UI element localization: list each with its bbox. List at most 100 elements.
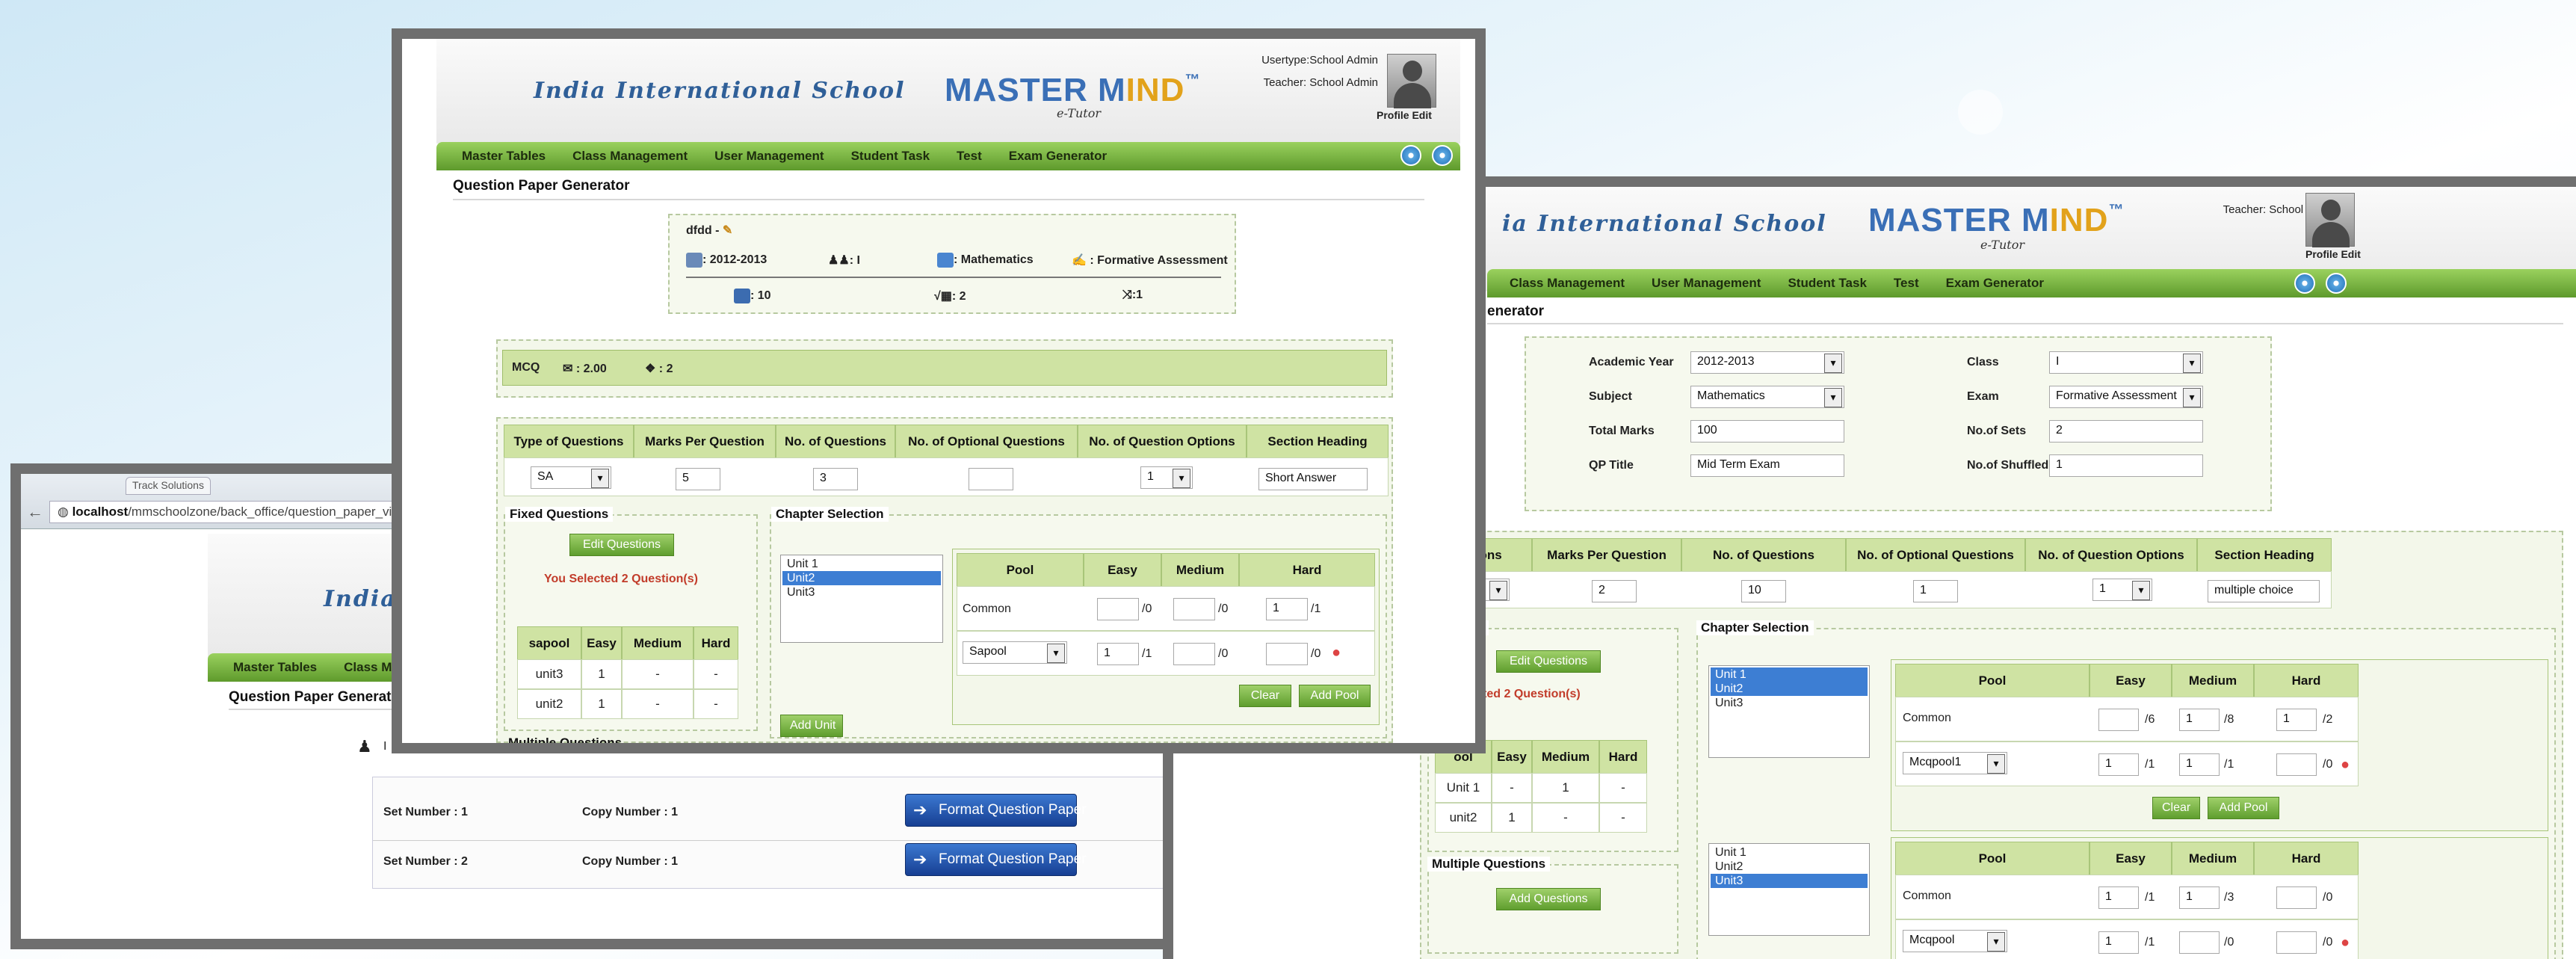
format-question-paper-button[interactable]: Format Question Paper (905, 843, 1086, 876)
total-marks-input[interactable]: 100 (1690, 420, 1844, 443)
unit-option[interactable]: Unit 1 (782, 557, 941, 571)
avatar[interactable] (2305, 193, 2355, 247)
remove-pool-icon[interactable]: ● (2341, 756, 2350, 774)
unit-listbox[interactable]: Unit 1 Unit2 Unit3 (1708, 843, 1870, 936)
count-input[interactable]: 3 (813, 468, 858, 490)
remove-pool-icon[interactable]: ● (1332, 644, 1341, 662)
pool-col: Easy (1084, 553, 1161, 588)
remove-pool-icon[interactable]: ● (2341, 934, 2350, 952)
unit-option[interactable]: Unit2 (1711, 682, 1868, 696)
nav-student-task[interactable]: Student Task (851, 149, 930, 164)
pool-select[interactable]: Sapool (963, 641, 1067, 664)
nav-test[interactable]: Test (957, 149, 982, 164)
sets-input[interactable]: 2 (2049, 420, 2203, 443)
home-icon[interactable] (1400, 145, 1421, 166)
unit-option[interactable]: Unit 1 (1711, 845, 1868, 860)
type-select[interactable]: SA (531, 466, 611, 489)
unit-listbox[interactable]: Unit 1 Unit2 Unit3 (780, 555, 943, 643)
hard-input[interactable] (2276, 931, 2317, 954)
options-select[interactable]: 1 (2092, 579, 2152, 601)
add-pool-button[interactable]: Add Pool (1299, 685, 1371, 707)
unit-option[interactable]: Unit2 (1711, 860, 1868, 874)
marks-input[interactable]: 2 (1592, 580, 1637, 602)
profile-edit-link[interactable]: Profile Edit (1377, 109, 1432, 121)
count-input[interactable]: 10 (1741, 580, 1786, 602)
easy-input[interactable]: 1 (2098, 753, 2139, 776)
nav-class-management[interactable]: Class Management (572, 149, 688, 164)
optional-input[interactable] (969, 468, 1013, 490)
qp-title-input[interactable]: Mid Term Exam (1690, 454, 1844, 477)
copy-number: Copy Number : 1 (582, 855, 679, 868)
unit-option[interactable]: Unit3 (1711, 696, 1868, 710)
nav-master-tables[interactable]: Master Tables (233, 660, 317, 675)
nav-user-management[interactable]: User Management (714, 149, 824, 164)
easy-input[interactable]: 1 (2098, 886, 2139, 909)
exam-label: Exam (1967, 390, 1999, 403)
fixed-cell: - (1599, 773, 1647, 803)
paper-name: dfdd - ✎ (686, 224, 733, 237)
medium-input[interactable]: 1 (2179, 886, 2220, 909)
easy-input[interactable] (2098, 709, 2139, 731)
easy-input[interactable] (1097, 598, 1139, 620)
clear-button[interactable]: Clear (2152, 797, 2200, 819)
page-title: enerator (1487, 303, 1545, 319)
heading-input[interactable]: Short Answer (1258, 468, 1368, 490)
marks-input[interactable]: 5 (676, 468, 720, 490)
format-question-paper-button[interactable]: Format Question Paper (905, 794, 1086, 827)
shuffled-copies-input[interactable]: 1 (2049, 454, 2203, 477)
hard-input[interactable] (2276, 753, 2317, 776)
browser-tab[interactable]: Track Solutions (126, 477, 211, 495)
add-unit-button[interactable]: Add Unit (780, 715, 843, 737)
back-arrow-icon[interactable]: ← (27, 502, 43, 522)
logout-icon[interactable] (2326, 273, 2347, 294)
logout-icon[interactable] (1432, 145, 1453, 166)
fixed-col-easy: Easy (1492, 740, 1532, 774)
clear-button[interactable]: Clear (1239, 685, 1291, 707)
add-questions-button[interactable]: Add Questions (1496, 888, 1601, 910)
pool-name: Common (963, 602, 1011, 615)
hard-input[interactable] (1266, 643, 1308, 665)
medium-input[interactable] (1173, 643, 1215, 665)
academic-year-select[interactable]: 2012-2013 (1690, 351, 1844, 374)
add-pool-button[interactable]: Add Pool (2208, 797, 2279, 819)
nav-exam-generator[interactable]: Exam Generator (1009, 149, 1107, 164)
hard-input[interactable]: 1 (1266, 598, 1308, 620)
easy-input[interactable]: 1 (2098, 931, 2139, 954)
nav-exam-generator[interactable]: Exam Generator (1946, 276, 2044, 291)
avatar[interactable] (1387, 54, 1436, 108)
medium-input[interactable]: 1 (2179, 753, 2220, 776)
subject-select[interactable]: Mathematics (1690, 386, 1844, 408)
exam-select[interactable]: Formative Assessment (2049, 386, 2203, 408)
medium-input[interactable] (1173, 598, 1215, 620)
edit-questions-button[interactable]: Edit Questions (569, 534, 674, 556)
easy-input[interactable]: 1 (1097, 643, 1139, 665)
pool-select[interactable]: Mcqpool1 (1903, 752, 2007, 774)
optional-input[interactable]: 1 (1913, 580, 1958, 602)
profile-edit-link[interactable]: Profile Edit (2305, 248, 2361, 260)
home-icon[interactable] (2294, 273, 2315, 294)
mcq-bar[interactable]: MCQ ✉ : 2.00 ❖ : 2 (502, 350, 1387, 386)
nav-master-tables[interactable]: Master Tables (462, 149, 546, 164)
nav-class-management[interactable]: Class Management (1510, 276, 1625, 291)
edit-questions-button[interactable]: Edit Questions (1496, 650, 1601, 673)
unit-option[interactable]: Unit3 (1711, 874, 1868, 888)
edit-pencil-icon[interactable]: ✎ (723, 224, 732, 237)
unit-option[interactable]: Unit 1 (1711, 667, 1868, 682)
options-select[interactable]: 1 (1140, 466, 1193, 489)
nav-student-task[interactable]: Student Task (1788, 276, 1866, 291)
medium-input[interactable] (2179, 931, 2220, 954)
hard-input[interactable]: 1 (2276, 709, 2317, 731)
medium-max: /0 (1218, 602, 1229, 615)
medium-input[interactable]: 1 (2179, 709, 2220, 731)
class-select[interactable]: I (2049, 351, 2203, 374)
unit-option[interactable]: Unit2 (782, 571, 941, 585)
hard-input[interactable] (2276, 886, 2317, 909)
pool-select[interactable]: Mcqpool (1903, 930, 2007, 952)
nav-icons (2294, 273, 2347, 294)
unit-option[interactable]: Unit3 (782, 585, 941, 599)
nav-icons (1400, 145, 1453, 166)
heading-input[interactable]: multiple choice (2208, 580, 2320, 602)
nav-test[interactable]: Test (1894, 276, 1919, 291)
nav-user-management[interactable]: User Management (1652, 276, 1761, 291)
unit-listbox[interactable]: Unit 1 Unit2 Unit3 (1708, 665, 1870, 758)
